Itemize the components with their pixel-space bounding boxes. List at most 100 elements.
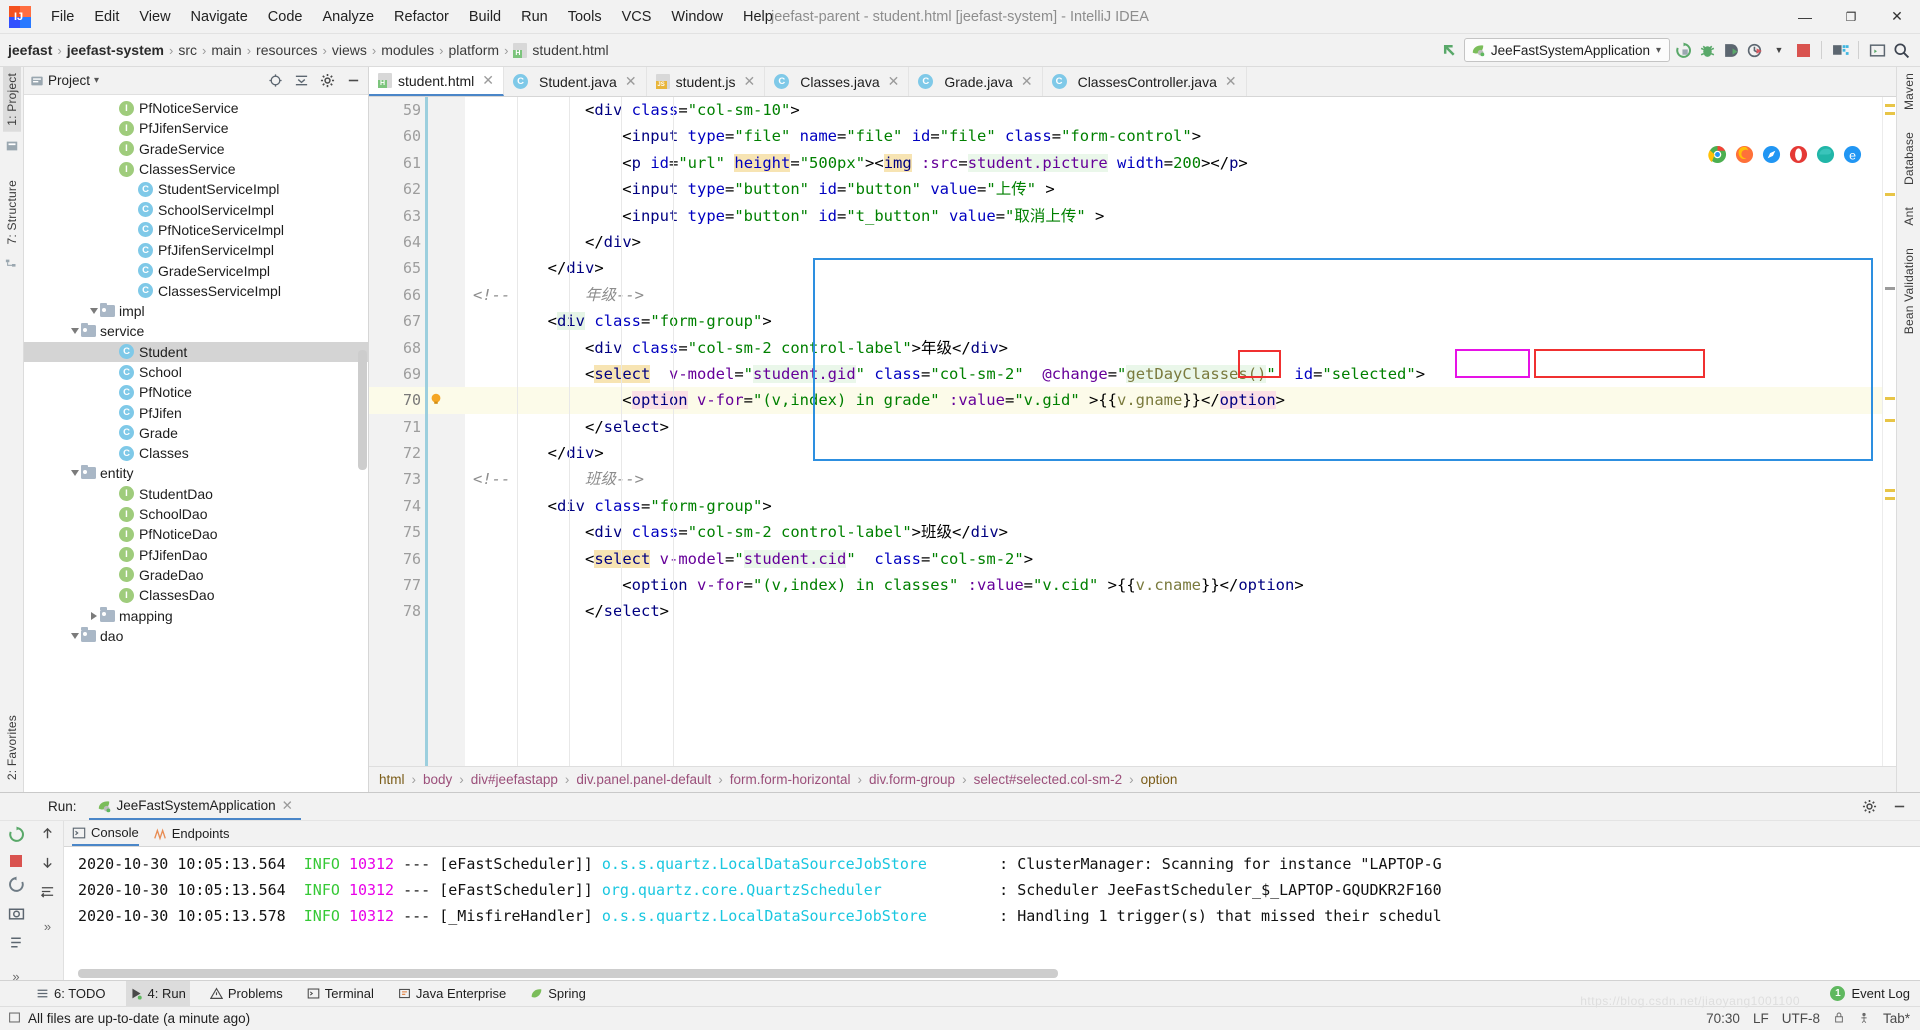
rail-tab-bean-validation[interactable]: Bean Validation <box>1900 242 1918 340</box>
menu-edit[interactable]: Edit <box>84 0 129 33</box>
close-icon[interactable]: ✕ <box>482 72 494 89</box>
caret-position[interactable]: 70:30 <box>1706 1011 1740 1026</box>
close-icon[interactable]: ✕ <box>888 73 900 90</box>
edge-icon[interactable] <box>1816 145 1835 167</box>
editor-marker-column[interactable] <box>1882 97 1896 766</box>
line-number-72[interactable]: 72 <box>369 440 465 466</box>
expand-arrow-down-icon[interactable] <box>68 467 81 480</box>
tree-node-dao[interactable]: dao <box>24 626 368 646</box>
tree-node-pfjifendao[interactable]: I PfJifenDao <box>24 545 368 565</box>
close-icon[interactable]: ✕ <box>744 73 756 90</box>
tree-node-grade[interactable]: C Grade <box>24 423 368 443</box>
line-separator[interactable]: LF <box>1753 1011 1769 1026</box>
breadcrumb-item-modules[interactable]: modules <box>381 42 434 58</box>
tree-node-student[interactable]: C Student <box>24 341 368 362</box>
tree-node-entity[interactable]: entity <box>24 463 368 483</box>
tree-node-gradedao[interactable]: I GradeDao <box>24 565 368 585</box>
code-line-66[interactable]: <!-- 年级--> <box>465 282 1882 308</box>
line-number-67[interactable]: 67 <box>369 308 465 334</box>
tree-node-impl[interactable]: impl <box>24 301 368 321</box>
line-number-77[interactable]: 77 <box>369 572 465 598</box>
tree-node-service[interactable]: service <box>24 321 368 341</box>
ie-icon[interactable]: e <box>1843 145 1862 167</box>
code-line-62[interactable]: <input type="button" id="button" value="… <box>465 176 1882 202</box>
rail-tab-project[interactable]: 1: Project <box>2 67 21 132</box>
breadcrumb-item-src[interactable]: src <box>178 42 197 58</box>
code-text-area[interactable]: <div class="col-sm-10"> <input type="fil… <box>465 97 1882 766</box>
line-number-63[interactable]: 63 <box>369 203 465 229</box>
hide-pane-icon[interactable] <box>342 70 364 92</box>
breadcrumb-item-resources[interactable]: resources <box>256 42 317 58</box>
warning-marker[interactable] <box>1885 419 1895 422</box>
soft-wrap-icon[interactable] <box>40 884 55 902</box>
tree-node-studentdao[interactable]: I StudentDao <box>24 484 368 504</box>
code-line-70[interactable]: <option v-for="(v,index) in grade" :valu… <box>465 387 1882 414</box>
stop-icon[interactable] <box>10 855 22 867</box>
project-pane-title[interactable]: Project ▾ <box>30 73 99 88</box>
warning-marker[interactable] <box>1885 397 1895 400</box>
menu-view[interactable]: View <box>129 0 180 33</box>
lock-icon[interactable] <box>1833 1011 1845 1027</box>
dom-crumb-html[interactable]: html <box>379 772 405 787</box>
safari-icon[interactable] <box>1762 145 1781 167</box>
tree-node-pfnotice[interactable]: C PfNotice <box>24 382 368 402</box>
expand-arrow-down-icon[interactable] <box>68 325 81 338</box>
dom-crumb-panel[interactable]: div.panel.panel-default <box>576 772 711 787</box>
warning-marker[interactable] <box>1885 497 1895 500</box>
terminal-icon[interactable] <box>1866 39 1888 61</box>
line-number-64[interactable]: 64 <box>369 229 465 255</box>
line-number-66[interactable]: 66 <box>369 282 465 308</box>
code-line-67[interactable]: <div class="form-group"> <box>465 308 1882 334</box>
line-number-76[interactable]: 76 <box>369 546 465 572</box>
close-icon[interactable]: ✕ <box>1225 73 1237 90</box>
opera-icon[interactable] <box>1789 145 1808 167</box>
menu-file[interactable]: File <box>41 0 84 33</box>
menu-help[interactable]: Help <box>733 0 783 33</box>
profiler-icon[interactable] <box>1744 39 1766 61</box>
console-tab-endpoints[interactable]: Endpoints <box>153 821 230 846</box>
editor-tab-grade-java[interactable]: C Grade.java ✕ <box>909 67 1043 96</box>
debug-icon[interactable] <box>1696 39 1718 61</box>
restart-icon[interactable] <box>8 876 25 896</box>
warning-marker[interactable] <box>1885 104 1895 107</box>
breadcrumb-item-student-html[interactable]: student.html <box>532 42 608 58</box>
editor-tab-student-html[interactable]: student.html ✕ <box>369 67 504 96</box>
line-number-59[interactable]: 59 <box>369 97 465 123</box>
line-number-62[interactable]: 62 <box>369 176 465 202</box>
event-log-label[interactable]: Event Log <box>1851 986 1910 1001</box>
menu-window[interactable]: Window <box>661 0 733 33</box>
dom-crumb-option[interactable]: option <box>1141 772 1178 787</box>
code-line-76[interactable]: <select v-model="student.cid" class="col… <box>465 546 1882 572</box>
console-output[interactable]: 2020-10-30 10:05:13.564 INFO 10312 --- [… <box>64 847 1920 980</box>
code-line-74[interactable]: <div class="form-group"> <box>465 493 1882 519</box>
project-tree-scrollbar[interactable] <box>358 350 367 470</box>
code-line-78[interactable]: </select> <box>465 598 1882 624</box>
hide-icon[interactable] <box>1888 796 1910 818</box>
rail-tab-favorites[interactable]: 2: Favorites <box>3 709 21 786</box>
tree-node-pfjifen[interactable]: C PfJifen <box>24 402 368 422</box>
back-arrow-icon[interactable] <box>1440 39 1462 61</box>
bottom-tab-terminal[interactable]: Terminal <box>303 981 378 1006</box>
code-line-77[interactable]: <option v-for="(v,index) in classes" :va… <box>465 572 1882 598</box>
line-number-69[interactable]: 69 <box>369 361 465 387</box>
menu-run[interactable]: Run <box>511 0 558 33</box>
tree-node-gradeservice[interactable]: I GradeService <box>24 139 368 159</box>
breadcrumb-item-main[interactable]: main <box>211 42 241 58</box>
editor-gutter[interactable]: 59 60 61 62 63 64 65 66 67 68 69 70 71 72 73 74 75 76 77 78 <box>369 97 465 766</box>
line-number-71[interactable]: 71 <box>369 414 465 440</box>
tree-node-mapping[interactable]: mapping <box>24 605 368 625</box>
code-line-75[interactable]: <div class="col-sm-2 control-label">班级</… <box>465 519 1882 545</box>
down-arrow-icon[interactable] <box>40 855 55 873</box>
settings-icon[interactable] <box>316 70 338 92</box>
locate-icon[interactable] <box>264 70 286 92</box>
tree-node-classesdao[interactable]: I ClassesDao <box>24 585 368 605</box>
bottom-tab-spring[interactable]: Spring <box>526 981 590 1006</box>
line-number-65[interactable]: 65 <box>369 255 465 281</box>
editor-tab-student-java[interactable]: C Student.java ✕ <box>504 67 647 96</box>
tree-node-pfnoticeservice[interactable]: I PfNoticeService <box>24 98 368 118</box>
tree-node-pfnoticeserviceimpl[interactable]: C PfNoticeServiceImpl <box>24 220 368 240</box>
rail-tab-structure[interactable]: 7: Structure <box>3 174 21 250</box>
menu-tools[interactable]: Tools <box>558 0 612 33</box>
expand-arrow-right-icon[interactable] <box>87 609 100 622</box>
dom-crumb-jeefastapp[interactable]: div#jeefastapp <box>471 772 558 787</box>
